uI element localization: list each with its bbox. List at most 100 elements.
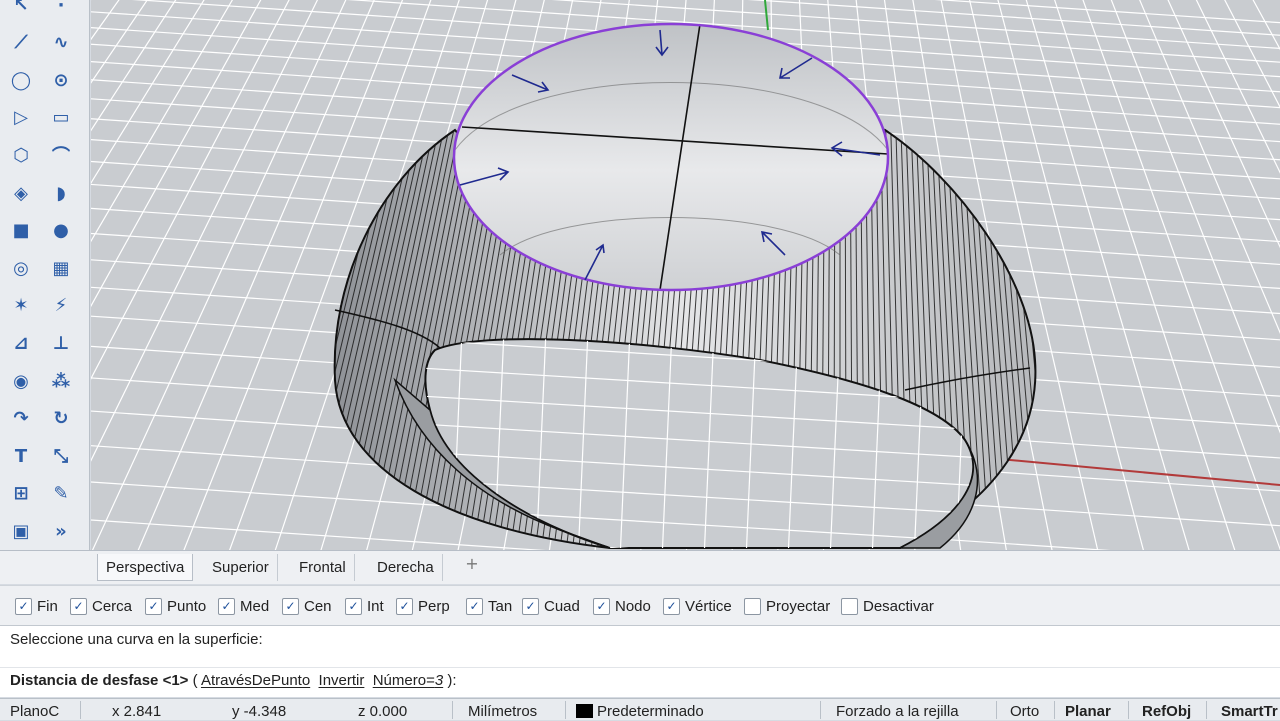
select-tool[interactable]: ↖ xyxy=(6,0,36,20)
osnap-toggle[interactable]: RefObj xyxy=(1142,702,1191,721)
tab-derecha[interactable]: Derecha xyxy=(369,554,443,581)
grid-snap-toggle[interactable]: Forzado a la rejilla xyxy=(836,702,959,721)
option-invertir[interactable]: Invertir xyxy=(319,672,365,689)
text-icon: T xyxy=(14,445,28,467)
rectangle-tool[interactable]: ▭ xyxy=(46,103,76,133)
ortho-toggle[interactable]: Orto xyxy=(1010,702,1039,721)
fillet-curve-tool[interactable]: ⌒ xyxy=(46,140,76,170)
text-tool[interactable]: T xyxy=(6,441,36,471)
osnap-checkbox[interactable]: ✓ xyxy=(593,597,610,615)
rotate3d-tool[interactable]: ↻ xyxy=(46,404,76,434)
osnap-nodo[interactable]: ✓ Nodo xyxy=(593,596,651,616)
osnap-cen[interactable]: ✓ Cen xyxy=(282,596,332,616)
trim-icon: ⊥ xyxy=(52,332,70,354)
sweep-tool[interactable]: ◗ xyxy=(46,178,76,208)
osnap-cuad[interactable]: ✓ Cuad xyxy=(522,596,580,616)
command-prompt[interactable]: Distancia de desfase <1> ( AtravésDePunt… xyxy=(0,667,1280,697)
tab-superior[interactable]: Superior xyxy=(204,554,278,581)
prompt-paren-open: ( xyxy=(188,672,201,689)
rotate-icon: ↷ xyxy=(13,408,29,430)
osnap-tan[interactable]: ✓ Tan xyxy=(466,596,512,616)
solid-tools-tool[interactable]: ▣ xyxy=(6,516,36,546)
planar-toggle[interactable]: Planar xyxy=(1065,702,1111,721)
status-divider xyxy=(452,701,453,719)
option-numero[interactable]: Número=3 xyxy=(373,672,443,689)
status-divider xyxy=(565,701,566,719)
polygon-tool[interactable]: ▷ xyxy=(6,103,36,133)
osnap-checkbox[interactable]: ✓ xyxy=(15,597,32,615)
smarttrack-toggle[interactable]: SmartTr xyxy=(1221,702,1278,721)
scale-tool[interactable]: ⤡ xyxy=(46,441,76,471)
cplane-button[interactable]: PlanoC xyxy=(10,702,59,721)
status-divider xyxy=(80,701,81,719)
osnap-checkbox[interactable]: ✓ xyxy=(70,597,87,615)
transform-tool[interactable]: ✶ xyxy=(6,291,36,321)
curve-tool[interactable]: ∿ xyxy=(46,28,76,58)
ellipse-tool[interactable]: ⊙ xyxy=(46,65,76,95)
osnap-label: Cerca xyxy=(92,597,133,615)
layer-button[interactable]: Predeterminado xyxy=(576,702,704,721)
osnap-checkbox[interactable]: ✓ xyxy=(466,597,483,615)
osnap-checkbox[interactable]: ✓ xyxy=(145,597,162,615)
rhino-window: ↖ · ⟋ ∿ ◯ ⊙ ▷ ▭ ⬡ ⌒ ◈ ◗ ■ ● ◎ ▦ ✶ ⚡ ⊿ ⊥ ◉ ⁂ ↷ ↻ T ⤡ ⊞ ✎ ▣ » xyxy=(0,0,1280,720)
osnap-checkbox[interactable]: ✓ xyxy=(396,597,413,615)
box-solid-tool[interactable]: ■ xyxy=(6,216,36,246)
ellipse-icon: ⊙ xyxy=(53,69,69,91)
units-button[interactable]: Milímetros xyxy=(468,702,537,721)
more-tools-tool[interactable]: » xyxy=(46,516,76,546)
analyze-tool[interactable]: ⚡ xyxy=(46,291,76,321)
osnap-label: Med xyxy=(240,597,270,615)
rotate-tool[interactable]: ↷ xyxy=(6,404,36,434)
osnap-checkbox[interactable]: ✓ xyxy=(663,597,680,615)
osnap-perp[interactable]: ✓ Perp xyxy=(396,596,450,616)
osnap-checkbox[interactable] xyxy=(841,597,858,615)
add-viewport-tab-icon[interactable]: + xyxy=(460,554,484,581)
y-coordinate: y -4.348 xyxy=(232,703,287,720)
osnap-label: Proyectar xyxy=(766,597,831,615)
transform-icon: ✶ xyxy=(13,295,29,317)
cylinder-tool[interactable]: ◎ xyxy=(6,253,36,283)
point-tool[interactable]: · xyxy=(46,0,76,20)
select-icon: ↖ xyxy=(13,0,29,16)
mesh-tool[interactable]: ▦ xyxy=(46,253,76,283)
osnap-checkbox[interactable]: ✓ xyxy=(218,597,235,615)
osnap-fin[interactable]: ✓ Fin xyxy=(15,596,58,616)
osnap-cerca[interactable]: ✓ Cerca xyxy=(70,596,132,616)
osnap-vertice[interactable]: ✓ Vértice xyxy=(663,596,732,616)
box-solid-icon: ■ xyxy=(12,220,30,242)
render-icon: ◉ xyxy=(13,370,29,392)
option-atraves-de-punto[interactable]: AtravésDePunto xyxy=(201,672,310,689)
osnap-checkbox[interactable]: ✓ xyxy=(345,597,362,615)
cylinder-icon: ◎ xyxy=(13,257,29,279)
circle-icon: ◯ xyxy=(10,69,32,91)
layer-name: Predeterminado xyxy=(597,703,704,720)
polygon-icon: ▷ xyxy=(14,107,28,129)
osnap-med[interactable]: ✓ Med xyxy=(218,596,269,616)
osnap-int[interactable]: ✓ Int xyxy=(345,596,384,616)
osnap-proyectar[interactable]: Proyectar xyxy=(744,596,830,616)
osnap-checkbox[interactable] xyxy=(744,597,761,615)
circle-tool[interactable]: ◯ xyxy=(6,65,36,95)
polyline-tool[interactable]: ⟋ xyxy=(6,28,36,58)
status-divider xyxy=(1206,701,1207,719)
hexagon-tool[interactable]: ⬡ xyxy=(6,140,36,170)
array-tool[interactable]: ⊞ xyxy=(6,479,36,509)
status-divider xyxy=(820,701,821,719)
tab-perspectiva[interactable]: Perspectiva xyxy=(97,554,194,581)
trim-tool[interactable]: ⊥ xyxy=(46,328,76,358)
osnap-label: Cuad xyxy=(544,597,580,615)
perspective-viewport[interactable] xyxy=(91,0,1280,550)
render-tool[interactable]: ◉ xyxy=(6,366,36,396)
edit-tool[interactable]: ✎ xyxy=(46,479,76,509)
osnap-checkbox[interactable]: ✓ xyxy=(522,597,539,615)
mesh-icon: ▦ xyxy=(52,257,70,279)
osnap-checkbox[interactable]: ✓ xyxy=(282,597,299,615)
rectangle-icon: ▭ xyxy=(52,107,70,129)
boolean-union-tool[interactable]: ● xyxy=(46,216,76,246)
extend-tool[interactable]: ⊿ xyxy=(6,328,36,358)
osnap-punto[interactable]: ✓ Punto xyxy=(145,596,206,616)
surface-tool[interactable]: ◈ xyxy=(6,178,36,208)
materials-tool[interactable]: ⁂ xyxy=(46,366,76,396)
tab-frontal[interactable]: Frontal xyxy=(291,554,355,581)
osnap-desactivar[interactable]: Desactivar xyxy=(841,596,934,616)
